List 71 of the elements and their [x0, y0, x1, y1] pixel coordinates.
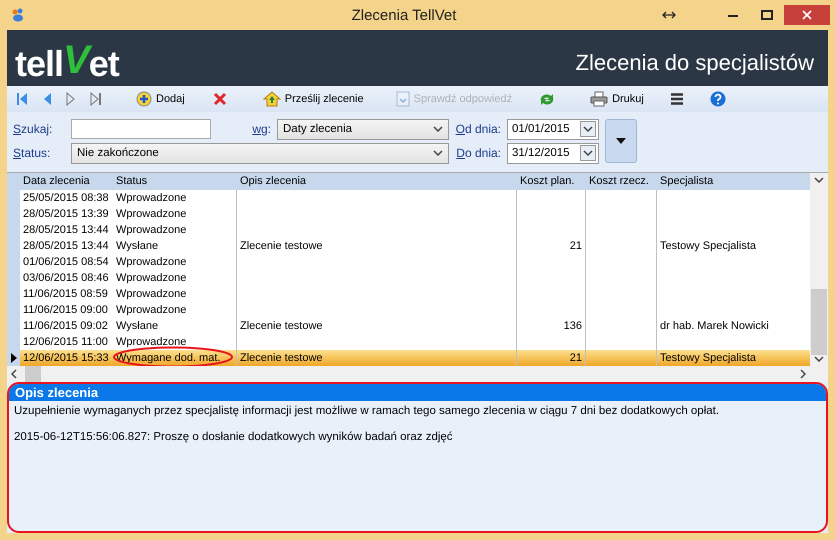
printer-icon	[590, 91, 608, 107]
table-cell-text: 03/06/2015 08:46	[22, 271, 110, 286]
expand-filter-button[interactable]	[605, 119, 637, 163]
chevron-down-icon	[583, 150, 593, 156]
table-cell-text: dr hab. Marek Nowicki	[659, 319, 770, 334]
first-record-icon	[16, 92, 28, 106]
vertical-scrollbar[interactable]	[810, 173, 828, 366]
close-button[interactable]	[784, 5, 830, 25]
next-icon	[66, 92, 76, 106]
table-cell-text: 28/05/2015 13:39	[22, 207, 110, 222]
table-cell-text: 11/06/2015 08:59	[22, 287, 109, 302]
status-label: Status:	[13, 146, 52, 160]
menu-icon	[670, 92, 684, 106]
table-cell-text: 28/05/2015 13:44	[22, 239, 110, 254]
description-text: 2015-06-12T15:56:06.827: Proszę o dosłanie dodatkowych wyników badań oraz zdjęć	[14, 431, 454, 443]
document-icon	[396, 91, 410, 107]
search-field[interactable]	[71, 119, 211, 139]
scrollbar-thumb[interactable]	[811, 289, 827, 355]
plus-icon	[136, 91, 152, 107]
house-arrow-icon	[262, 91, 281, 107]
scrollbar-thumb[interactable]	[25, 366, 41, 382]
send-order-button[interactable]: Prześlij zlecenie	[258, 89, 369, 109]
column-header[interactable]: Status	[113, 173, 237, 190]
scroll-right-icon	[800, 369, 806, 379]
column-header[interactable]: Koszt plan.	[517, 173, 586, 190]
resize-arrow-icon	[662, 11, 676, 19]
search-label: Szukaj:	[13, 122, 54, 136]
logo: tellVet	[15, 40, 119, 82]
scroll-down-icon	[814, 356, 824, 362]
table-cell-text: 11/06/2015 09:02	[22, 319, 109, 334]
panel-title: Opis zlecenia	[9, 384, 826, 401]
description-text: Uzupełnienie wymaganych przez specjalistę informacji jest możliwe w ramach tego samego zlecenia w ciągu 7 dni bez dodatkowych opłat.	[14, 405, 720, 417]
delete-icon	[212, 92, 227, 106]
horizontal-scrollbar[interactable]	[7, 366, 810, 382]
from-date-label: Od dnia:	[456, 122, 501, 136]
status-dropdown[interactable]: Nie zakończone	[71, 142, 449, 164]
table-cell-text: 28/05/2015 13:44	[22, 223, 110, 238]
table-cell-text: Testowy Specjalista	[659, 351, 757, 366]
scroll-left-icon	[11, 369, 17, 379]
from-date-field[interactable]: 01/01/2015	[507, 118, 599, 140]
sort-by-label: wg:	[252, 122, 271, 136]
minimize-icon	[728, 13, 738, 17]
caret-icon	[616, 138, 626, 144]
row-header[interactable]	[7, 350, 20, 366]
table-cell-text: 12/06/2015 11:00	[22, 335, 109, 350]
column-header[interactable]: Opis zlecenia	[237, 173, 517, 190]
chevron-down-icon	[433, 126, 443, 132]
close-icon	[802, 10, 812, 20]
maximize-icon	[761, 10, 773, 20]
previous-icon	[42, 92, 52, 106]
to-date-label: Do dnia:	[456, 146, 501, 160]
to-date-field[interactable]: 31/12/2015	[507, 142, 599, 164]
chevron-down-icon	[433, 150, 443, 156]
current-row-icon	[10, 353, 16, 363]
column-header[interactable]: Data zlecenia	[20, 173, 113, 190]
add-button[interactable]: Dodaj	[131, 89, 190, 109]
table-cell-text: Testowy Specjalista	[659, 239, 757, 254]
paw-icon	[10, 8, 26, 22]
help-icon	[710, 91, 726, 107]
sort-by-dropdown[interactable]: Daty zlecenia	[277, 118, 449, 140]
table-cell-text: 01/06/2015 08:54	[22, 255, 110, 270]
chevron-down-icon	[583, 126, 593, 132]
table-cell-text: 12/06/2015 15:33	[22, 351, 110, 366]
table-cell-text: 11/06/2015 09:00	[22, 303, 109, 318]
table-cell-text: 25/05/2015 08:38	[22, 191, 110, 206]
page-title: Zlecenia do specjalistów	[576, 50, 814, 76]
print-button[interactable]: Drukuj	[585, 89, 649, 109]
last-record-icon	[90, 92, 102, 106]
column-header[interactable]: Specjalista	[657, 173, 810, 190]
window-title: Zlecenia TellVet	[350, 6, 458, 24]
column-header[interactable]: Koszt rzecz.	[586, 173, 657, 190]
